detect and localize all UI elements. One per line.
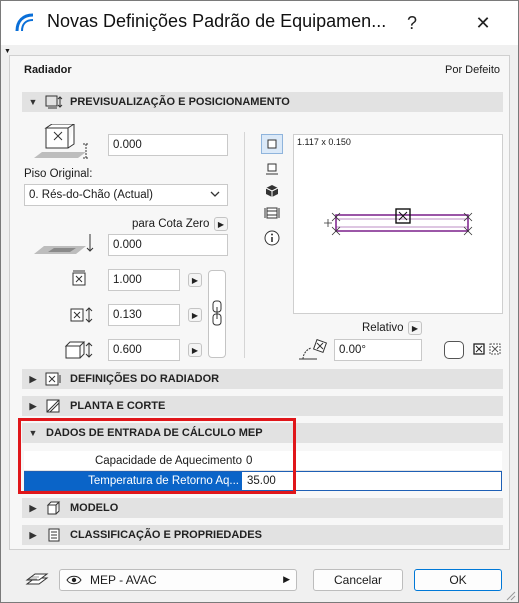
title-bar: Novas Definições Padrão de Equipamen... …	[1, 1, 518, 45]
section-model-title: MODELO	[70, 502, 119, 514]
home-story-value: 0. Rés-do-Chão (Actual)	[29, 189, 153, 201]
anchor-point-icon[interactable]	[472, 342, 486, 356]
mirror-toggle-button[interactable]	[444, 341, 464, 359]
settings-panel: Radiador Por Defeito ▼ PREVISUALIZAÇÃO E…	[9, 55, 510, 550]
cota-zero-arrow-button[interactable]: ▶	[214, 217, 228, 231]
anchor-dashed-icon[interactable]	[488, 342, 502, 356]
width-field[interactable]: 1.000	[108, 269, 180, 291]
help-button[interactable]: ?	[389, 1, 435, 45]
view-elevation-icon[interactable]	[261, 204, 283, 222]
ok-button[interactable]: OK	[414, 569, 502, 591]
eye-icon	[66, 575, 82, 585]
dialog-window: Novas Definições Padrão de Equipamen... …	[0, 0, 519, 603]
elevation-box-icon	[28, 124, 92, 164]
depth-dimension-icon	[68, 304, 98, 326]
layers-icon	[25, 569, 49, 591]
object-type-label: Radiador	[24, 64, 72, 76]
chevron-down-icon	[209, 188, 221, 203]
section-preview-header[interactable]: ▼ PREVISUALIZAÇÃO E POSICIONAMENTO	[22, 92, 503, 112]
expanded-triangle-icon: ▼	[28, 97, 38, 107]
angle-field[interactable]: 0.00°	[334, 339, 422, 361]
section-preview-title: PREVISUALIZAÇÃO E POSICIONAMENTO	[70, 96, 290, 108]
section-radiator-settings-title: DEFINIÇÕES DO RADIADOR	[70, 373, 220, 385]
section-model-header[interactable]: ▶ MODELO	[22, 498, 503, 518]
resize-grip-icon[interactable]	[504, 589, 516, 601]
preview-canvas: 1.117 x 0.150	[293, 134, 503, 314]
height-field[interactable]: 0.600	[108, 339, 180, 361]
relativo-label: Relativo	[362, 322, 404, 334]
radiator-settings-icon	[44, 371, 64, 387]
cota-zero-label: para Cota Zero	[132, 218, 210, 230]
section-plan-section-header[interactable]: ▶ PLANTA E CORTE	[22, 396, 503, 416]
vertical-divider	[244, 132, 245, 358]
preview-positioning-icon	[44, 94, 64, 110]
width-arrow-button[interactable]: ▶	[188, 273, 202, 287]
highlight-box	[18, 418, 296, 494]
depth-arrow-button[interactable]: ▶	[188, 308, 202, 322]
layer-select[interactable]: MEP - AVAC ▶	[59, 569, 297, 591]
collapsed-triangle-icon: ▶	[29, 400, 37, 411]
cancel-button[interactable]: Cancelar	[313, 569, 403, 591]
depth-field[interactable]: 0.130	[108, 304, 180, 326]
sea-level-plane-icon	[30, 232, 96, 258]
collapse-arrow-icon[interactable]: ▼	[4, 48, 11, 55]
cota-zero-field[interactable]: 0.000	[108, 234, 228, 256]
elevation-field[interactable]: 0.000	[108, 134, 228, 156]
chain-link-button[interactable]	[208, 270, 226, 358]
info-icon[interactable]	[261, 228, 283, 248]
view-plan-icon[interactable]	[261, 134, 283, 154]
rotation-angle-icon	[296, 338, 332, 362]
collapsed-triangle-icon: ▶	[29, 529, 37, 540]
section-classification-header[interactable]: ▶ CLASSIFICAÇÃO E PROPRIEDADES	[22, 525, 503, 545]
radiator-plan-drawing	[324, 208, 473, 236]
dropdown-arrow-icon: ▶	[283, 574, 290, 584]
view-section-icon[interactable]	[261, 160, 283, 178]
collapsed-triangle-icon: ▶	[29, 502, 37, 513]
section-plan-section-title: PLANTA E CORTE	[70, 400, 166, 412]
view-3d-icon[interactable]	[261, 182, 283, 200]
height-dimension-icon	[62, 338, 96, 362]
height-arrow-button[interactable]: ▶	[188, 343, 202, 357]
close-button[interactable]: ✕	[460, 1, 506, 45]
home-story-select[interactable]: 0. Rés-do-Chão (Actual)	[24, 184, 228, 206]
section-classification-title: CLASSIFICAÇÃO E PROPRIEDADES	[70, 529, 262, 541]
section-radiator-settings-header[interactable]: ▶ DEFINIÇÕES DO RADIADOR	[22, 369, 503, 389]
collapsed-triangle-icon: ▶	[29, 373, 37, 384]
plan-section-icon	[44, 398, 64, 414]
default-label: Por Defeito	[445, 64, 501, 76]
window-title: Novas Definições Padrão de Equipamen...	[47, 11, 387, 31]
classification-list-icon	[44, 527, 64, 543]
app-logo-icon	[13, 11, 37, 35]
home-story-label: Piso Original:	[24, 168, 93, 180]
layer-value: MEP - AVAC	[90, 573, 157, 587]
model-cube-icon	[44, 500, 64, 516]
relativo-arrow-button[interactable]: ▶	[408, 321, 422, 335]
width-dimension-icon	[68, 268, 90, 290]
